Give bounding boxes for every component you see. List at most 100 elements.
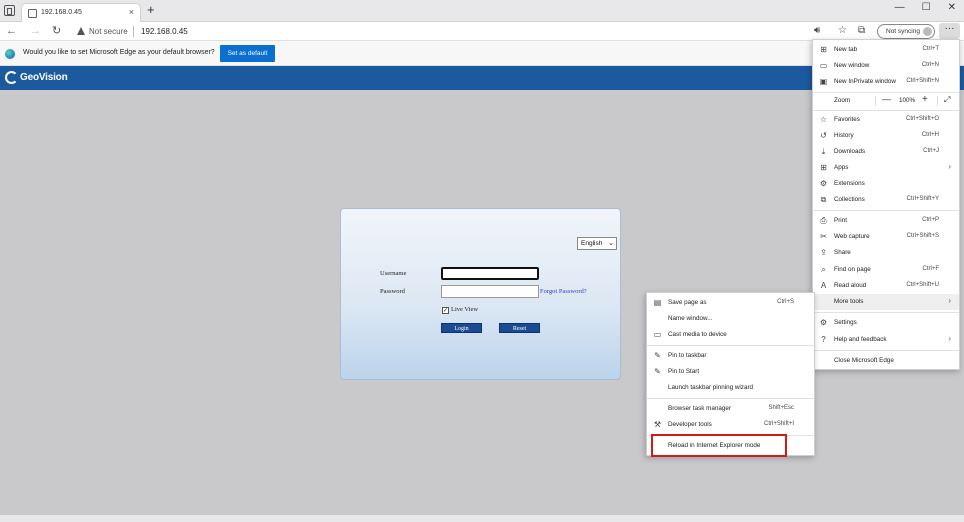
menu-item-label: Web capture [834,233,870,240]
menu-item-label: Name window... [668,315,713,322]
favorites-icon[interactable]: ☆ [838,25,847,37]
menu-item-new-window[interactable]: ▭ New window Ctrl+N [813,58,959,74]
menu-item-launch-pinning[interactable]: Launch taskbar pinning wizard [647,380,814,396]
menu-item-new-inprivate[interactable]: ▣ New InPrivate window Ctrl+Shift+N [813,74,959,90]
menu-item-shortcut: Shift+Esc [768,405,794,411]
menu-item-cast-media[interactable]: ▭ Cast media to device [647,327,814,343]
zoom-out-button[interactable]: — [882,94,891,104]
menu-item-label: Apps [834,164,849,171]
menu-item-pin-taskbar[interactable]: ✎ Pin to taskbar [647,348,814,364]
back-icon[interactable]: ← [6,24,17,38]
chevron-right-icon: › [948,296,951,305]
tab-actions-icon[interactable] [4,5,15,16]
password-label: Password [380,288,405,295]
close-window-icon[interactable]: ✕ [948,2,956,14]
username-field[interactable] [441,267,539,280]
forgot-password-link[interactable]: Forgot Password? [540,288,587,295]
menu-item-shortcut: Ctrl+Shift+U [906,282,939,288]
profile-status: Not syncing [886,28,920,35]
window-controls: — ☐ ✕ [895,2,956,14]
refresh-icon[interactable]: ↻ [52,24,61,38]
menu-item-settings[interactable]: ⚙ Settings [813,315,959,331]
more-icon[interactable]: ··· [939,23,960,39]
menu-item-new-tab[interactable]: ⊞ New tab Ctrl+T [813,42,959,58]
security-indicator[interactable]: Not secure [89,27,128,36]
language-select[interactable]: English ⌄ [577,237,617,250]
menu-item-collections[interactable]: ⧉ Collections Ctrl+Shift+Y [813,192,959,208]
maximize-icon[interactable]: ☐ [922,2,931,14]
read-aloud-icon[interactable]: 🔊︎ [814,25,820,37]
login-button[interactable]: Login [441,323,482,333]
divider [813,110,959,111]
menu-item-downloads[interactable]: ⤓ Downloads Ctrl+J [813,144,959,160]
forward-icon[interactable]: → [30,24,41,38]
menu-item-shortcut: Ctrl+T [922,46,940,52]
menu-item-read-aloud[interactable]: A Read aloud Ctrl+Shift+U [813,278,959,294]
menu-item-dev-tools[interactable]: ⚒ Developer tools Ctrl+Shift+I [647,417,814,433]
divider [813,210,959,211]
share-icon: ⇪ [820,248,827,257]
menu-item-share[interactable]: ⇪ Share [813,245,959,261]
menu-item-save-page[interactable]: ▤ Save page as Ctrl+S [647,295,814,311]
more-tools-submenu: ▤ Save page as Ctrl+S Name window... ▭ C… [646,292,815,456]
collections-icon: ⧉ [820,195,827,204]
menu-item-label: Collections [834,196,865,203]
menu-item-label: Browser task manager [668,405,731,412]
menu-item-name-window[interactable]: Name window... [647,311,814,327]
fullscreen-icon[interactable]: ⤢ [944,95,950,105]
collections-icon[interactable]: ⧉ [858,25,865,37]
menu-item-label: New window [834,62,870,69]
cast-icon: ▭ [653,330,662,339]
menu-item-close-edge[interactable]: Close Microsoft Edge [813,353,959,369]
profile-button[interactable]: Not syncing [877,24,935,39]
menu-item-label: Developer tools [668,421,712,428]
menu-item-shortcut: Ctrl+Shift+S [906,233,939,239]
tab-bar: 192.168.0.45 × + — ☐ ✕ [0,0,964,22]
browser-tab[interactable]: 192.168.0.45 × [21,3,141,22]
menu-item-web-capture[interactable]: ✂ Web capture Ctrl+Shift+S [813,229,959,245]
menu-item-shortcut: Ctrl+J [923,148,939,154]
menu-item-apps[interactable]: ⊞ Apps › [813,160,959,176]
menu-item-print[interactable]: ⎙ Print Ctrl+P [813,213,959,229]
menu-item-help[interactable]: ? Help and feedback › [813,332,959,348]
divider [813,312,959,313]
menu-item-pin-start[interactable]: ✎ Pin to Start [647,364,814,380]
zoom-in-button[interactable]: + [922,94,928,105]
edge-logo-icon [5,49,15,59]
menu-item-label: Launch taskbar pinning wizard [668,384,754,391]
password-field[interactable] [441,285,539,298]
set-as-default-button[interactable]: Set as default [220,45,275,62]
divider [937,96,938,106]
menu-item-more-tools[interactable]: More tools › [813,294,959,310]
live-view-checkbox[interactable]: ✓ [442,307,449,314]
menu-item-extensions[interactable]: ⚙ Extensions [813,176,959,192]
new-tab-button[interactable]: + [147,3,155,17]
menu-item-favorites[interactable]: ☆ Favorites Ctrl+Shift+O [813,112,959,128]
close-tab-icon[interactable]: × [129,7,134,17]
language-value: English [581,240,603,247]
url-field[interactable]: 192.168.0.45 [141,27,188,36]
menu-item-shortcut: Ctrl+N [921,62,939,68]
pin-icon: ✎ [654,351,661,360]
warning-icon[interactable] [77,27,85,35]
menu-item-label: Share [834,249,851,256]
new-window-icon: ▭ [819,61,828,70]
menu-item-find[interactable]: ⌕ Find on page Ctrl+F [813,262,959,278]
banner-message: Would you like to set Microsoft Edge as … [23,49,215,56]
menu-item-zoom: Zoom — 100% + ⤢ [813,93,959,109]
username-label: Username [380,270,407,277]
reset-button[interactable]: Reset [499,323,540,333]
menu-item-label: Print [834,217,847,224]
menu-item-label: Find on page [834,266,871,273]
menu-item-history[interactable]: ↺ History Ctrl+H [813,128,959,144]
extensions-icon: ⚙ [819,179,828,188]
pin-icon: ✎ [654,367,661,376]
minimize-icon[interactable]: — [895,2,905,14]
status-strip [0,515,964,522]
divider [133,26,134,37]
menu-item-label: Downloads [834,148,866,155]
history-icon: ↺ [820,131,827,140]
menu-item-label: Help and feedback [834,336,887,343]
menu-item-task-manager[interactable]: Browser task manager Shift+Esc [647,401,814,417]
divider [875,96,876,106]
